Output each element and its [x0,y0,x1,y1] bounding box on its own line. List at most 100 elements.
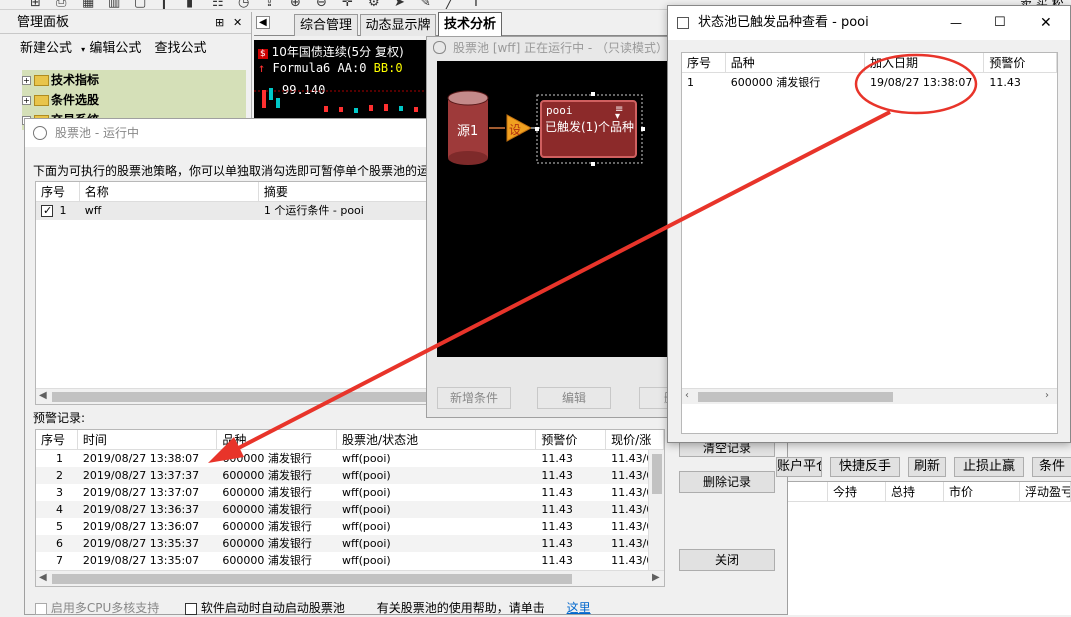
resize-handle[interactable] [591,162,595,166]
delete-records-button[interactable]: 删除记录 [679,471,775,493]
chart-area[interactable]: $ 10年国债连续(5分 复权) ↑ Formula6 AA:0 BB:0 99… [254,40,429,122]
new-formula-button[interactable]: 新建公式 [20,41,72,56]
table-row[interactable]: 3 2019/08/27 13:37:07 600000 浦发银行 wff(pooi)… [36,484,664,501]
pool-editor-icon [433,41,446,54]
tree-item-indicators[interactable]: + 技术指标 [22,70,246,90]
pin-icon[interactable]: ⊞ [215,12,224,34]
resize-handle[interactable] [535,127,539,131]
triggered-titlebar[interactable]: 状态池已触发品种查看 - pooi — ☐ ✕ [668,6,1070,40]
scroll-thumb[interactable] [652,454,662,494]
text-icon[interactable]: T [472,0,480,9]
add-condition-button[interactable]: 新增条件 [437,387,511,409]
scroll-thumb[interactable] [52,392,432,402]
scroll-right-icon[interactable]: ▶ [652,572,660,583]
column-header[interactable]: 品种 [726,53,866,72]
alert-table-hscroll[interactable]: ◀ ▶ [36,570,664,586]
tab-scroll-left-icon[interactable]: ◀ [256,16,270,29]
chart-icon[interactable]: ▥ [108,0,120,9]
column-header[interactable]: 预警价 [984,53,1057,72]
multicore-checkbox[interactable] [35,602,47,615]
table-row[interactable]: ✓ 1 wff 1 个运行条件 - pooi [36,202,434,220]
expand-icon[interactable]: + [22,96,31,105]
trade-button[interactable]: 刷新 [908,457,946,477]
column-header[interactable]: 浮动盈亏 [1020,482,1071,501]
ladder-icon[interactable]: ☷ [212,0,224,9]
clock-icon[interactable]: ◷ [238,0,249,9]
help-link[interactable]: 这里 [567,601,591,615]
close-icon[interactable]: ✕ [233,12,242,34]
expand-icon[interactable]: + [22,76,31,85]
close-button[interactable]: 关闭 [679,549,775,571]
table-row[interactable]: 2 2019/08/27 13:37:37 600000 浦发银行 wff(pooi)… [36,467,664,484]
column-header[interactable]: 序号 [36,182,80,201]
table-row[interactable]: 1 2019/08/27 13:38:07 600000 浦发银行 wff(pooi)… [36,450,664,467]
table-icon[interactable]: ▦ [82,0,94,9]
column-header[interactable]: 市价 [944,482,1020,501]
tab-dynamic-board[interactable]: 动态显示牌 [360,14,436,36]
window-icon[interactable]: ▢ [134,0,146,9]
edit-formula-button[interactable]: 编辑公式 [89,41,141,56]
column-header[interactable]: 股票池/状态池 [337,430,537,449]
scroll-right-icon[interactable]: › [1045,390,1049,401]
pointer-icon[interactable]: ➤ [394,0,405,9]
close-icon[interactable]: ✕ [1040,6,1052,40]
minimize-icon[interactable]: — [950,6,962,40]
table-row[interactable]: 5 2019/08/27 13:36:07 600000 浦发银行 wff(pooi)… [36,518,664,535]
table-row[interactable]: 7 2019/08/27 13:35:07 600000 浦发银行 wff(pooi)… [36,552,664,569]
column-header[interactable]: 预警价 [536,430,607,449]
resize-handle[interactable] [641,127,645,131]
column-header[interactable]: 序号 [682,53,726,72]
scroll-thumb[interactable] [698,392,893,402]
grid-icon[interactable]: ⊞ [30,0,41,9]
trade-button[interactable]: 止损止赢 [954,457,1024,477]
column-header[interactable]: 时间 [78,430,218,449]
scroll-left-icon[interactable]: ‹ [685,390,689,401]
column-header[interactable]: 今持 [828,482,886,501]
line-icon[interactable]: ╱ [446,0,454,9]
maximize-icon[interactable]: ☐ [994,6,1006,40]
trade-button[interactable]: 账户平仓 [776,457,822,477]
trade-button[interactable]: 快捷反手 [830,457,900,477]
zoom-in-icon[interactable]: ⊕ [290,0,301,9]
tree-item-screener[interactable]: + 条件选股 [22,90,246,110]
autostart-label: 软件启动时自动启动股票池 [200,601,345,615]
gear-icon[interactable]: ⚙ [368,0,380,9]
column-header[interactable]: 现价/涨 [606,430,664,449]
strategy-checkbox[interactable]: ✓ [41,204,53,217]
strategy-table-hscroll[interactable]: ◀ [36,388,434,404]
bar-icon[interactable]: ▮ [186,0,193,9]
candle-icon[interactable]: ┃ [160,0,168,9]
column-header[interactable]: 摘要 [259,182,434,201]
column-header[interactable]: 总持 [886,482,944,501]
draw-icon[interactable]: ✎ [420,0,431,9]
table-row[interactable]: 4 2019/08/27 13:36:37 600000 浦发银行 wff(pooi)… [36,501,664,518]
triggered-table-hscroll[interactable]: ‹ › [682,388,1057,404]
column-header[interactable]: 名称 [80,182,259,201]
flow-canvas[interactable]: 源1 设 pooi ≡ ▾ 已触发(1)个品种 [437,61,671,357]
table-row[interactable]: 6 2019/08/27 13:35:37 600000 浦发银行 wff(pooi)… [36,535,664,552]
column-header[interactable]: 品种 [217,430,338,449]
edit-condition-button[interactable]: 编辑 [537,387,611,409]
print-icon[interactable]: ⎙ [56,0,66,9]
scroll-thumb[interactable] [52,574,572,584]
trade-button[interactable]: 条件 [1032,457,1071,477]
cursor-icon[interactable]: ✛ [342,0,353,9]
column-header[interactable]: 加入日期 [865,53,985,72]
scroll-left-icon[interactable]: ◀ [39,572,47,583]
export-icon[interactable]: ⇪ [264,0,275,9]
table-row[interactable]: 1 600000 浦发银行 19/08/27 13:38:07 11.43 [682,73,1057,93]
pool-editor-titlebar[interactable]: 股票池 [wff] 正在运行中 - （只读模式） [427,37,669,59]
alert-table-vscroll[interactable] [648,450,664,572]
footer: 启用多CPU多核支持 软件启动时自动启动股票池 有关股票池的使用帮助，请单击 这… [35,599,775,617]
column-header[interactable]: 序号 [36,430,78,449]
tab-technical-analysis[interactable]: 技术分析 [438,12,502,37]
scroll-left-icon[interactable]: ◀ [39,390,47,401]
zoom-out-icon[interactable]: ⊖ [316,0,327,9]
tab-strip: ◀ 综合管理 动态显示牌 技术分析 [254,12,674,37]
find-formula-button[interactable]: 查找公式 [154,41,206,56]
autostart-checkbox[interactable] [185,602,198,615]
node-menu-icon[interactable]: ≡ ▾ [615,105,623,122]
stock-pool-app-icon [33,126,47,140]
tab-overview[interactable]: 综合管理 [294,14,358,36]
resize-handle[interactable] [591,92,595,96]
